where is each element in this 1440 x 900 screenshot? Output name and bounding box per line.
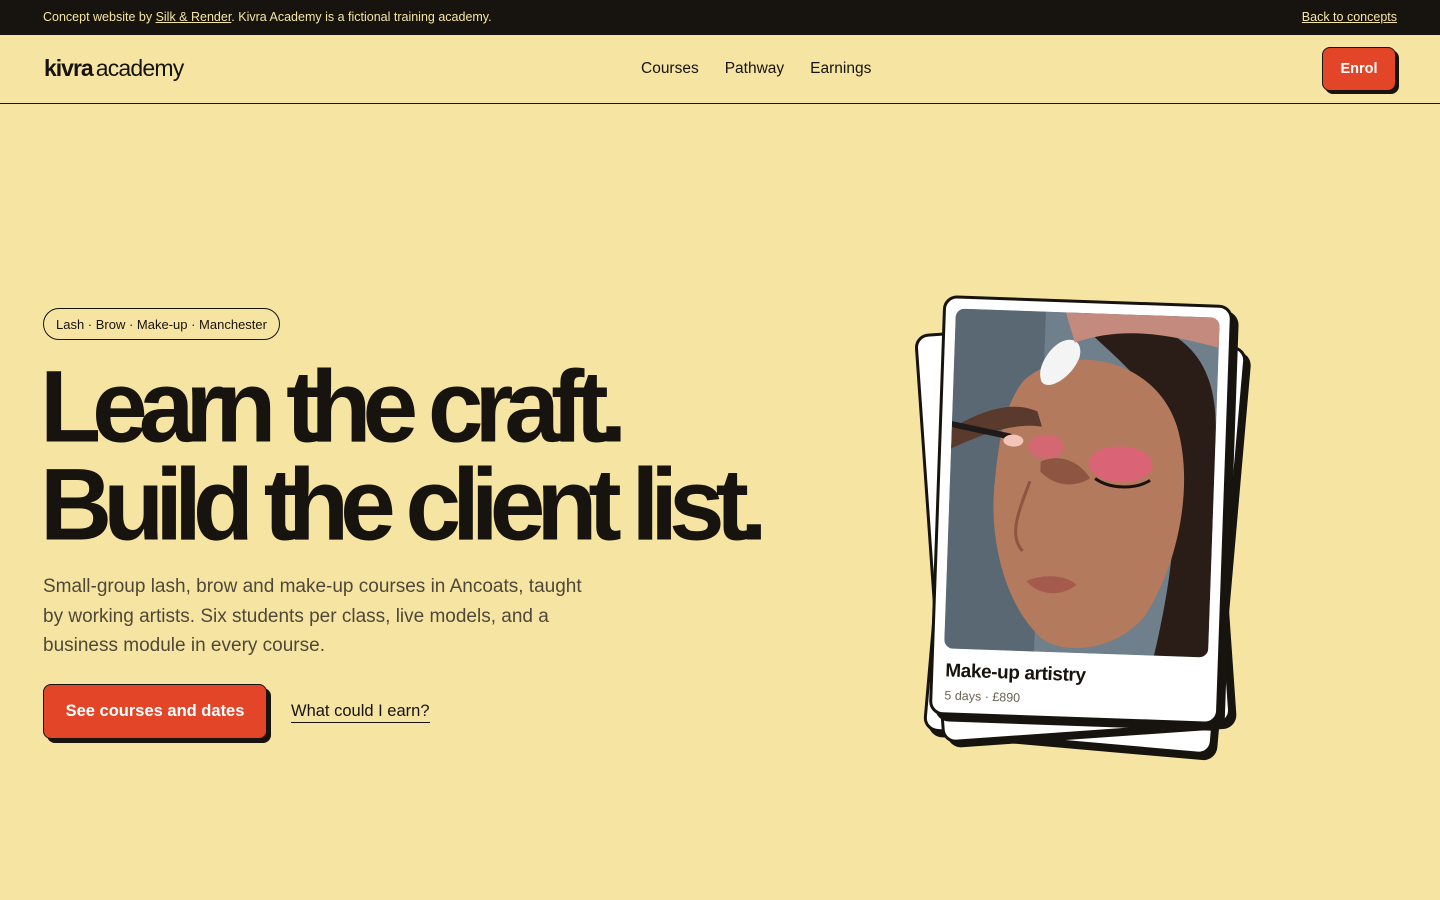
course-card[interactable]: Make-up artistry 5 days · £890 [928, 295, 1234, 725]
back-to-concepts-link[interactable]: Back to concepts [1302, 10, 1397, 24]
earnings-link[interactable]: What could I earn? [291, 702, 430, 723]
logo[interactable]: kivra academy [44, 55, 184, 82]
site-header: kivra academy Courses Pathway Earnings En… [0, 35, 1440, 104]
enrol-button[interactable]: Enrol [1322, 47, 1396, 91]
see-courses-button[interactable]: See courses and dates [43, 684, 267, 739]
headline-line-1: Learn the craft. [40, 349, 627, 465]
nav-item-earnings[interactable]: Earnings [810, 60, 871, 78]
hero-intro: Small-group lash, brow and make-up cours… [43, 576, 582, 656]
headline-line-2: Build the client list. [40, 447, 768, 562]
studio-link[interactable]: Silk & Render [156, 10, 232, 24]
model-portrait-illustration [944, 308, 1220, 658]
tagline-pill: Lash · Brow · Make-up · Manchester [43, 308, 280, 340]
course-card-stack: Make-up artistry 5 days · £890 [910, 292, 1260, 762]
hero-headline: Learn the craft. Build the client list. [40, 349, 768, 562]
course-card-title: Make-up artistry [944, 660, 1086, 687]
concept-disclaimer: Concept website by Silk & Render. Kivra … [43, 10, 492, 24]
course-card-meta: 5 days · £890 [944, 688, 1021, 705]
makeup-artistry-photo [944, 308, 1220, 658]
nav-item-courses[interactable]: Courses [641, 60, 699, 78]
main-nav: Courses Pathway Earnings [641, 60, 871, 78]
nav-item-pathway[interactable]: Pathway [725, 60, 784, 78]
concept-bar: Concept website by Silk & Render. Kivra … [0, 0, 1440, 35]
